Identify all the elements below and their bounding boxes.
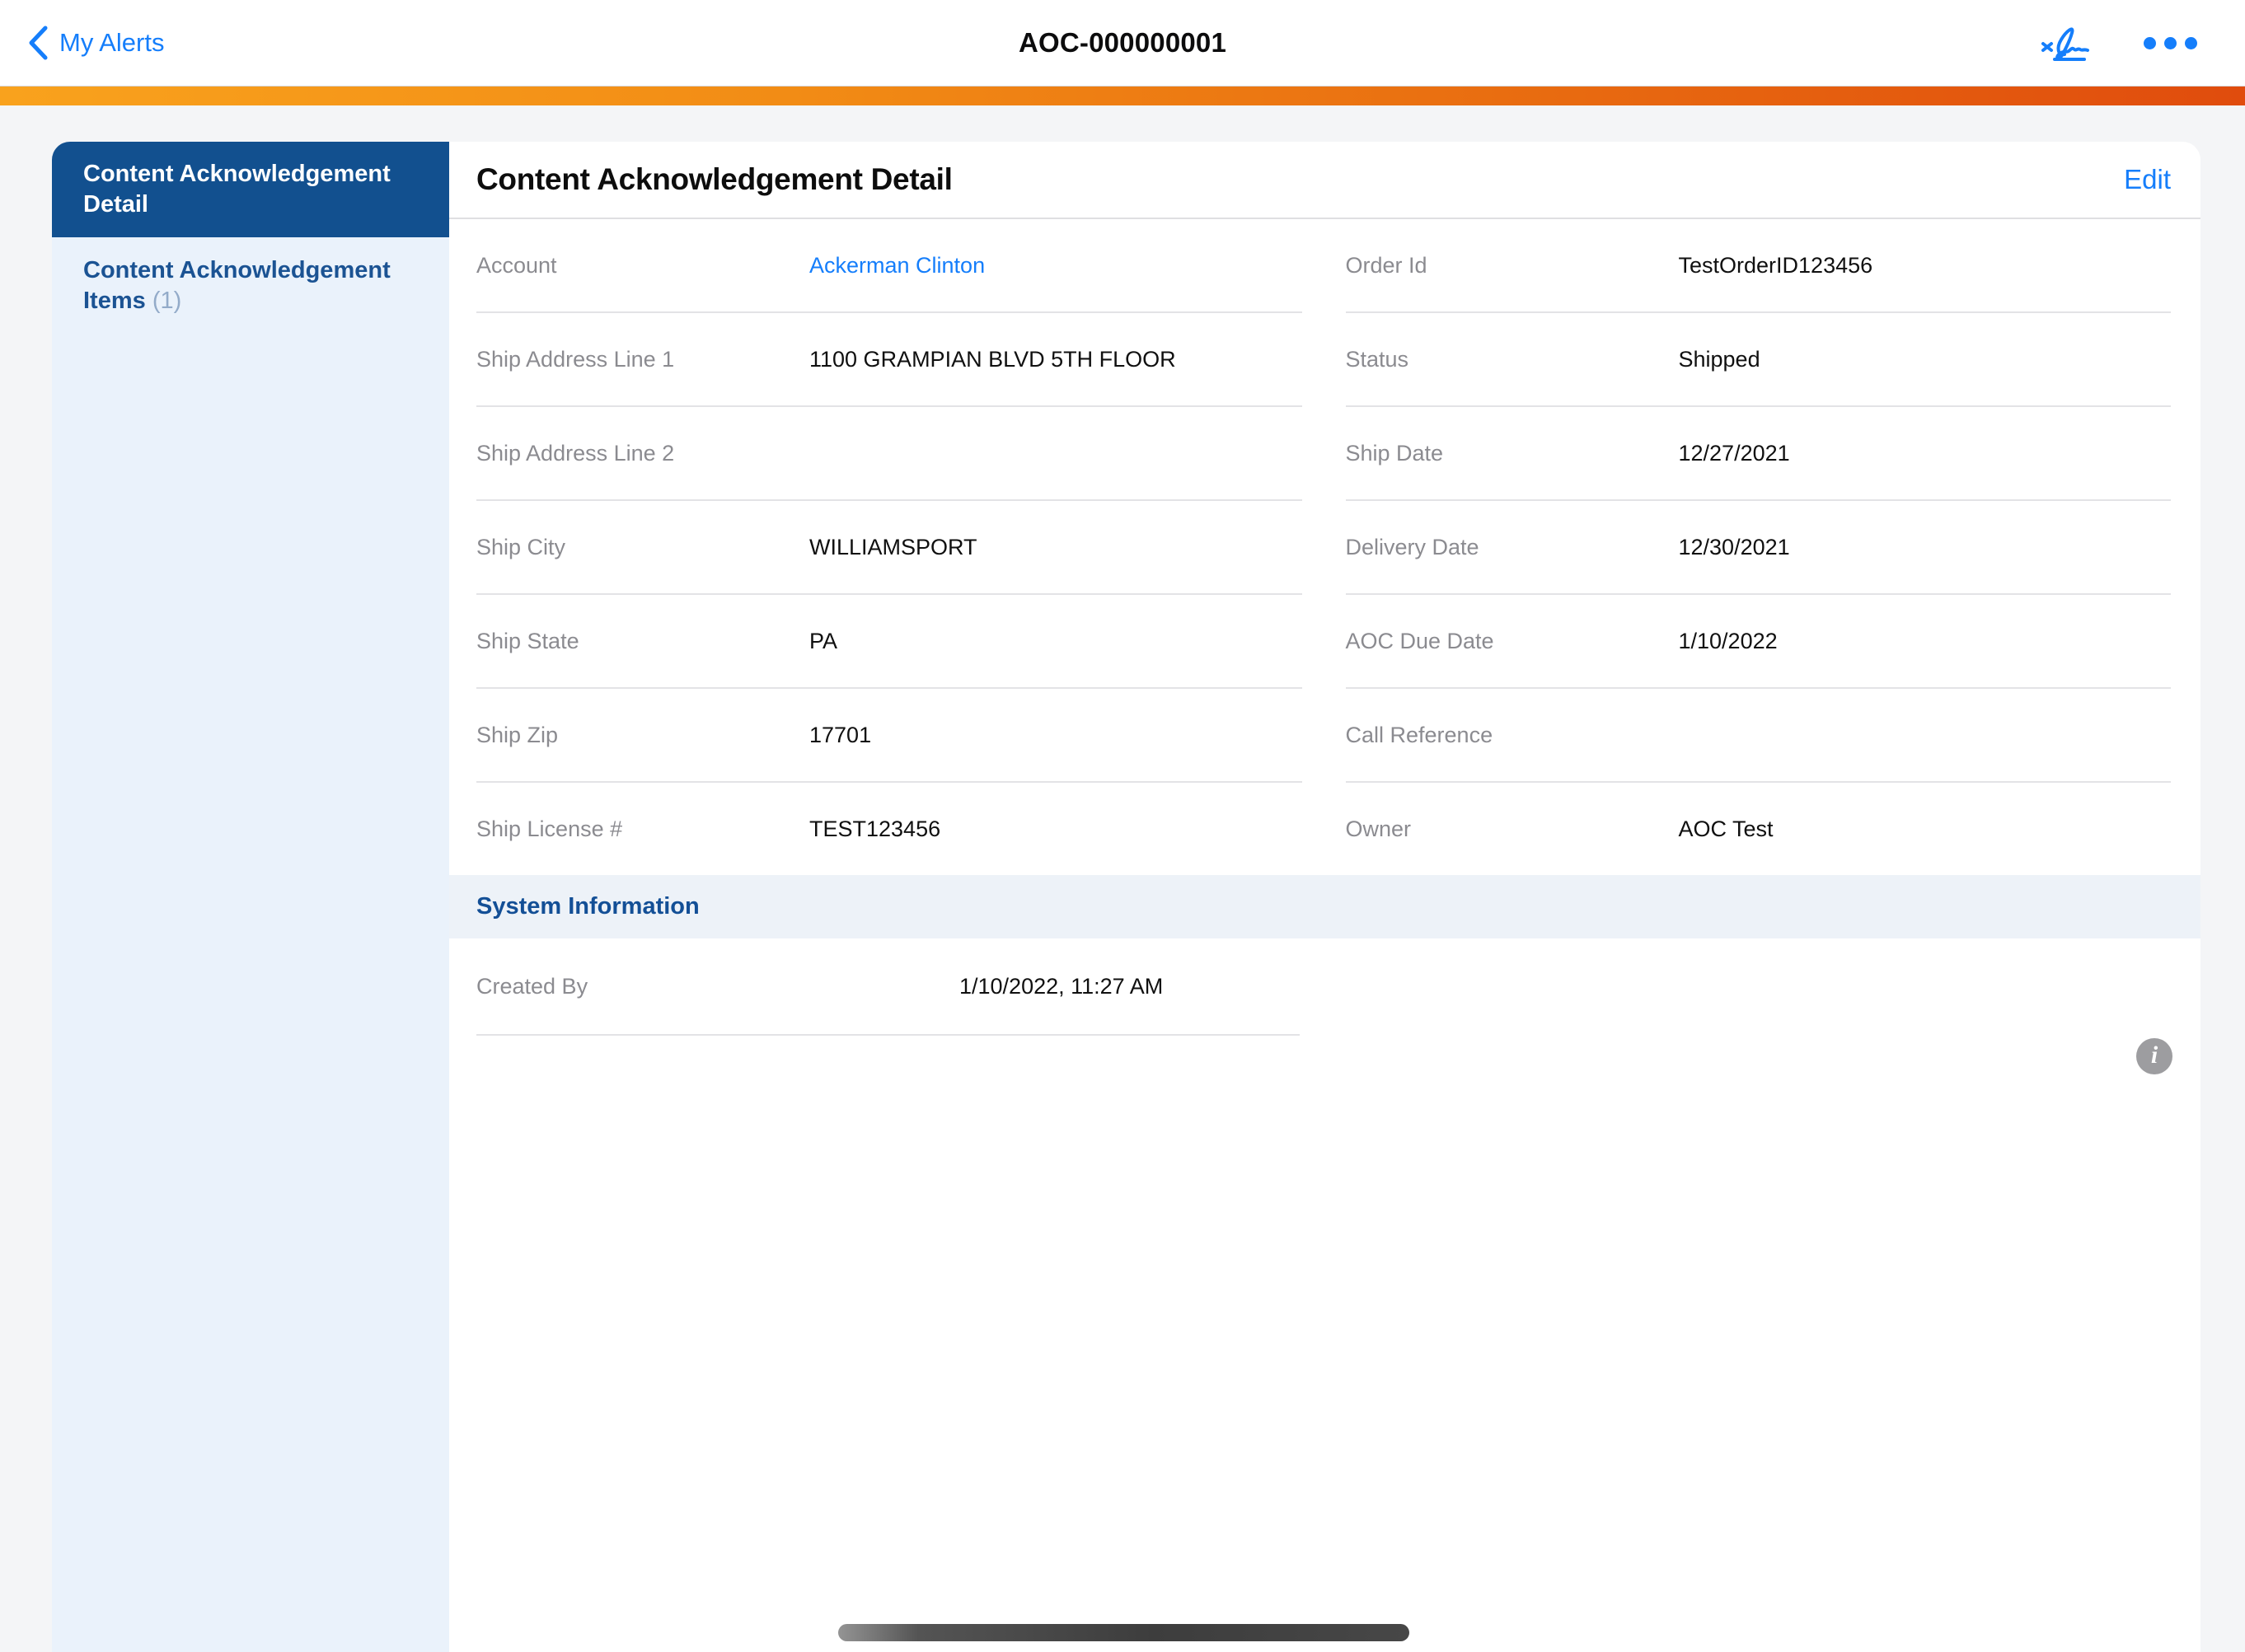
back-button-label: My Alerts xyxy=(59,28,164,58)
detail-card: Content Acknowledgement Detail Edit Acco… xyxy=(449,142,2200,1652)
sidebar-item-count: (1) xyxy=(152,288,181,314)
field-row-delivery-date: Delivery Date 12/30/2021 xyxy=(1346,501,2172,595)
account-link[interactable]: Ackerman Clinton xyxy=(809,253,985,278)
field-columns: Account Ackerman Clinton Ship Address Li… xyxy=(476,219,2171,875)
detail-title: Content Acknowledgement Detail xyxy=(476,162,953,197)
info-button[interactable]: i xyxy=(2136,1038,2172,1074)
field-label: Ship State xyxy=(476,629,809,654)
sidebar-item-label: Content Acknowledgement Detail xyxy=(83,161,391,218)
field-column-left: Account Ackerman Clinton Ship Address Li… xyxy=(476,219,1302,875)
field-label: Delivery Date xyxy=(1346,535,1679,560)
field-value: 12/30/2021 xyxy=(1679,535,1790,560)
nav-actions xyxy=(2036,0,2202,86)
field-row-ship-zip: Ship Zip 17701 xyxy=(476,689,1302,783)
detail-card-header: Content Acknowledgement Detail Edit xyxy=(476,142,2171,218)
field-label: Ship Date xyxy=(1346,441,1679,466)
field-label: Ship Address Line 2 xyxy=(476,441,809,466)
field-value: 1/10/2022, 11:27 AM xyxy=(959,974,1163,999)
field-value: 17701 xyxy=(809,723,871,748)
field-label: Order Id xyxy=(1346,253,1679,278)
related-list-sidebar: Content Acknowledgement Detail Content A… xyxy=(52,142,449,1652)
field-label: Created By xyxy=(476,974,959,999)
field-label: AOC Due Date xyxy=(1346,629,1679,654)
field-label: Owner xyxy=(1346,817,1679,842)
signature-icon[interactable] xyxy=(2036,16,2097,69)
field-row-aoc-due-date: AOC Due Date 1/10/2022 xyxy=(1346,595,2172,689)
navigation-bar: My Alerts AOC-000000001 xyxy=(0,0,2245,87)
field-value: 1/10/2022 xyxy=(1679,629,1778,654)
field-label: Account xyxy=(476,253,809,278)
field-value: Shipped xyxy=(1679,347,1760,372)
field-row-ship-address-line-1: Ship Address Line 1 1100 GRAMPIAN BLVD 5… xyxy=(476,313,1302,407)
field-column-right: Order Id TestOrderID123456 Status Shippe… xyxy=(1346,219,2172,875)
field-label: Ship City xyxy=(476,535,809,560)
system-information-title: System Information xyxy=(476,893,700,920)
sidebar-item-content-acknowledgement-detail[interactable]: Content Acknowledgement Detail xyxy=(52,142,449,237)
field-row-call-reference: Call Reference xyxy=(1346,689,2172,783)
field-label: Status xyxy=(1346,347,1679,372)
field-value: 1100 GRAMPIAN BLVD 5TH FLOOR xyxy=(809,347,1176,372)
field-row-status: Status Shipped xyxy=(1346,313,2172,407)
field-row-ship-address-line-2: Ship Address Line 2 xyxy=(476,407,1302,501)
field-label: Ship Address Line 1 xyxy=(476,347,809,372)
field-label: Ship License # xyxy=(476,817,809,842)
content-area: Content Acknowledgement Detail Content A… xyxy=(52,142,2200,1652)
brand-accent-bar xyxy=(0,87,2245,105)
field-row-owner: Owner AOC Test xyxy=(1346,783,2172,875)
field-row-ship-license: Ship License # TEST123456 xyxy=(476,783,1302,875)
page-title: AOC-000000001 xyxy=(1019,27,1226,58)
chevron-left-icon xyxy=(28,26,48,60)
home-indicator-bar[interactable] xyxy=(838,1624,1409,1641)
field-value: TestOrderID123456 xyxy=(1679,253,1873,278)
field-value: WILLIAMSPORT xyxy=(809,535,977,560)
more-actions-icon[interactable] xyxy=(2139,32,2202,54)
info-icon: i xyxy=(2151,1041,2158,1069)
field-row-order-id: Order Id TestOrderID123456 xyxy=(1346,219,2172,313)
field-value: PA xyxy=(809,629,837,654)
field-value: 12/27/2021 xyxy=(1679,441,1790,466)
system-information-section-header: System Information xyxy=(449,875,2200,938)
back-button[interactable]: My Alerts xyxy=(28,26,164,60)
field-value: AOC Test xyxy=(1679,817,1774,842)
field-row-account: Account Ackerman Clinton xyxy=(476,219,1302,313)
field-value: TEST123456 xyxy=(809,817,940,842)
sidebar-item-content-acknowledgement-items[interactable]: Content Acknowledgement Items (1) xyxy=(52,237,449,335)
field-label: Ship Zip xyxy=(476,723,809,748)
sidebar-item-label: Content Acknowledgement Items xyxy=(83,257,391,314)
field-row-ship-state: Ship State PA xyxy=(476,595,1302,689)
field-row-created-by: Created By 1/10/2022, 11:27 AM xyxy=(476,938,1300,1036)
field-row-ship-date: Ship Date 12/27/2021 xyxy=(1346,407,2172,501)
field-label: Call Reference xyxy=(1346,723,1679,748)
field-row-ship-city: Ship City WILLIAMSPORT xyxy=(476,501,1302,595)
edit-button[interactable]: Edit xyxy=(2124,164,2171,195)
